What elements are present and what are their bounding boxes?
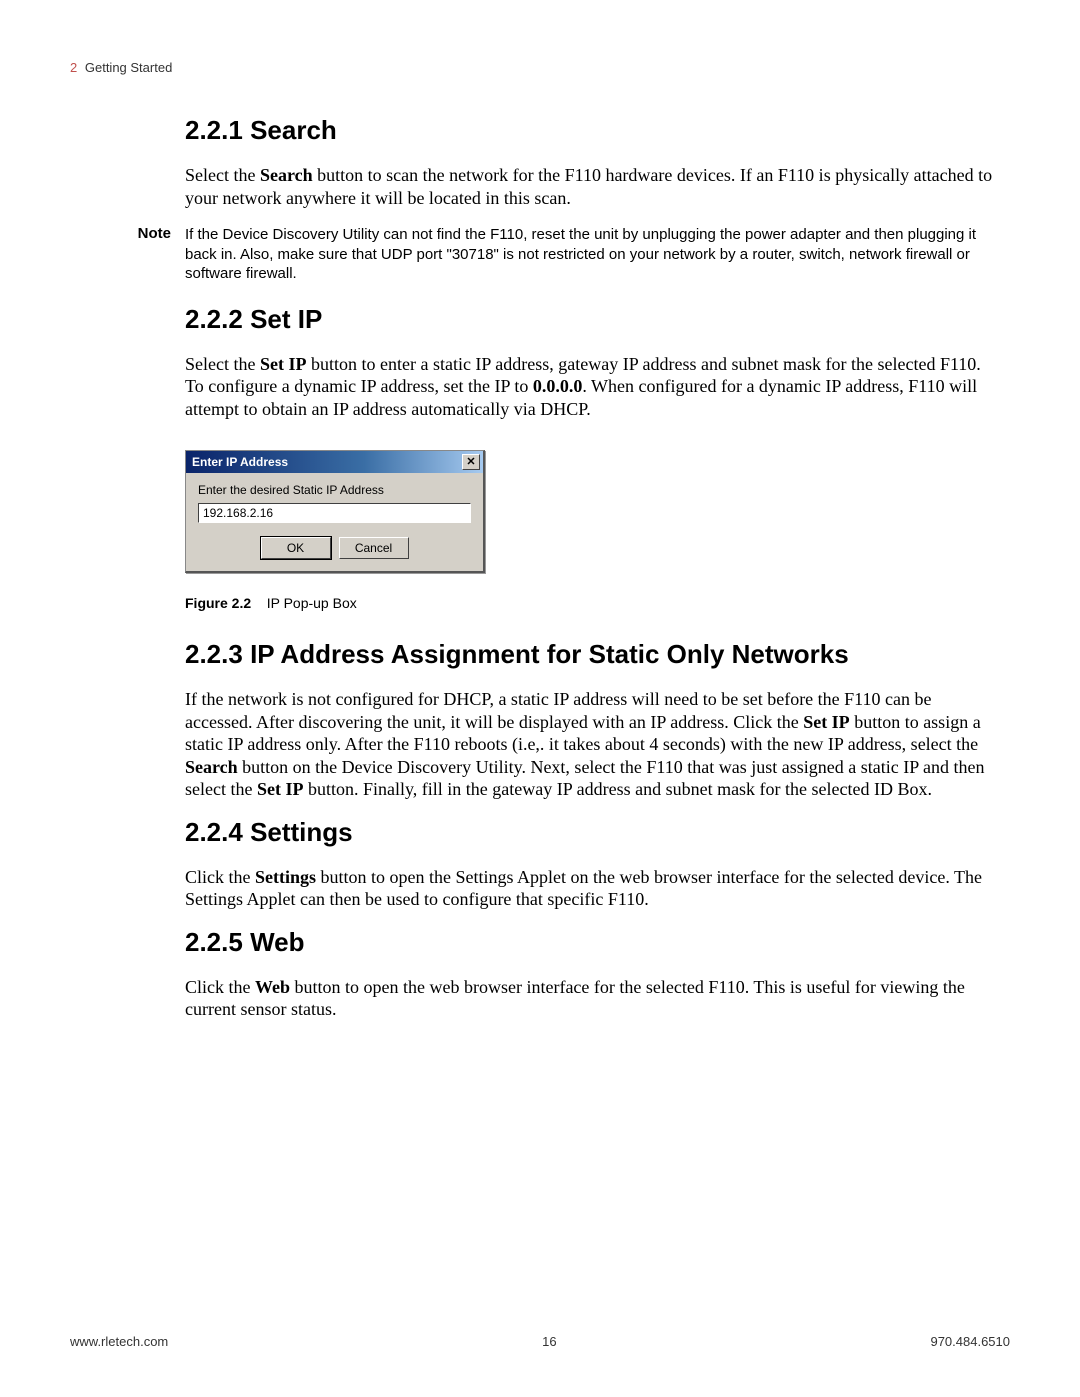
paragraph-set-ip: Select the Set IP button to enter a stat…: [185, 353, 1000, 421]
dialog-field-label: Enter the desired Static IP Address: [198, 483, 471, 497]
note-body: If the Device Discovery Utility can not …: [185, 225, 1010, 284]
paragraph-search: Select the Search button to scan the net…: [185, 164, 1000, 209]
heading-set-ip: 2.2.2 Set IP: [185, 304, 1000, 335]
page-header: 2 Getting Started: [70, 60, 1010, 75]
section-title: Search: [250, 115, 337, 145]
ip-dialog-window: Enter IP Address ✕ Enter the desired Sta…: [185, 450, 485, 573]
chapter-title: Getting Started: [85, 60, 172, 75]
section-number: 2.2.4: [185, 817, 243, 847]
bold-text: Search: [185, 757, 238, 777]
dialog-body: Enter the desired Static IP Address OK C…: [186, 473, 483, 571]
heading-search: 2.2.1 Search: [185, 115, 1000, 146]
bold-text: Search: [260, 165, 313, 185]
footer-left: www.rletech.com: [70, 1334, 168, 1349]
bold-text: Settings: [255, 867, 316, 887]
bold-text: 0.0.0.0: [533, 376, 583, 396]
figure-label: Figure 2.2: [185, 595, 251, 611]
heading-settings: 2.2.4 Settings: [185, 817, 1000, 848]
section-title: Web: [250, 927, 304, 957]
note-block: Note If the Device Discovery Utility can…: [70, 225, 1010, 284]
footer-page-number: 16: [542, 1334, 556, 1349]
section-number: 2.2.2: [185, 304, 243, 334]
cancel-button[interactable]: Cancel: [339, 537, 409, 559]
section-title: Set IP: [250, 304, 322, 334]
bold-text: Set IP: [260, 354, 307, 374]
heading-ip-assignment: 2.2.3 IP Address Assignment for Static O…: [185, 639, 1000, 670]
section-number: 2.2.1: [185, 115, 243, 145]
dialog-titlebar[interactable]: Enter IP Address ✕: [186, 451, 483, 473]
note-label: Note: [70, 225, 185, 284]
footer-right: 970.484.6510: [930, 1334, 1010, 1349]
chapter-number: 2: [70, 60, 77, 75]
section-title: IP Address Assignment for Static Only Ne…: [250, 639, 849, 669]
close-icon[interactable]: ✕: [462, 454, 480, 470]
bold-text: Set IP: [257, 779, 304, 799]
section-number: 2.2.5: [185, 927, 243, 957]
content-column: 2.2.2 Set IP Select the Set IP button to…: [185, 304, 1000, 1021]
content-column: 2.2.1 Search Select the Search button to…: [185, 115, 1000, 209]
paragraph-web: Click the Web button to open the web bro…: [185, 976, 1000, 1021]
dialog-button-row: OK Cancel: [198, 537, 471, 559]
paragraph-ip-assignment: If the network is not configured for DHC…: [185, 688, 1000, 801]
section-number: 2.2.3: [185, 639, 243, 669]
figure-block: Enter IP Address ✕ Enter the desired Sta…: [185, 450, 1000, 611]
page-footer: www.rletech.com 16 970.484.6510: [70, 1334, 1010, 1349]
bold-text: Set IP: [803, 712, 850, 732]
ok-button[interactable]: OK: [261, 537, 331, 559]
figure-caption: Figure 2.2 IP Pop-up Box: [185, 595, 1000, 611]
heading-web: 2.2.5 Web: [185, 927, 1000, 958]
figure-caption-text: IP Pop-up Box: [267, 595, 357, 611]
ip-address-input[interactable]: [198, 503, 471, 523]
dialog-title-text: Enter IP Address: [192, 455, 288, 469]
section-title: Settings: [250, 817, 353, 847]
document-page: 2 Getting Started 2.2.1 Search Select th…: [0, 0, 1080, 1397]
bold-text: Web: [255, 977, 290, 997]
paragraph-settings: Click the Settings button to open the Se…: [185, 866, 1000, 911]
